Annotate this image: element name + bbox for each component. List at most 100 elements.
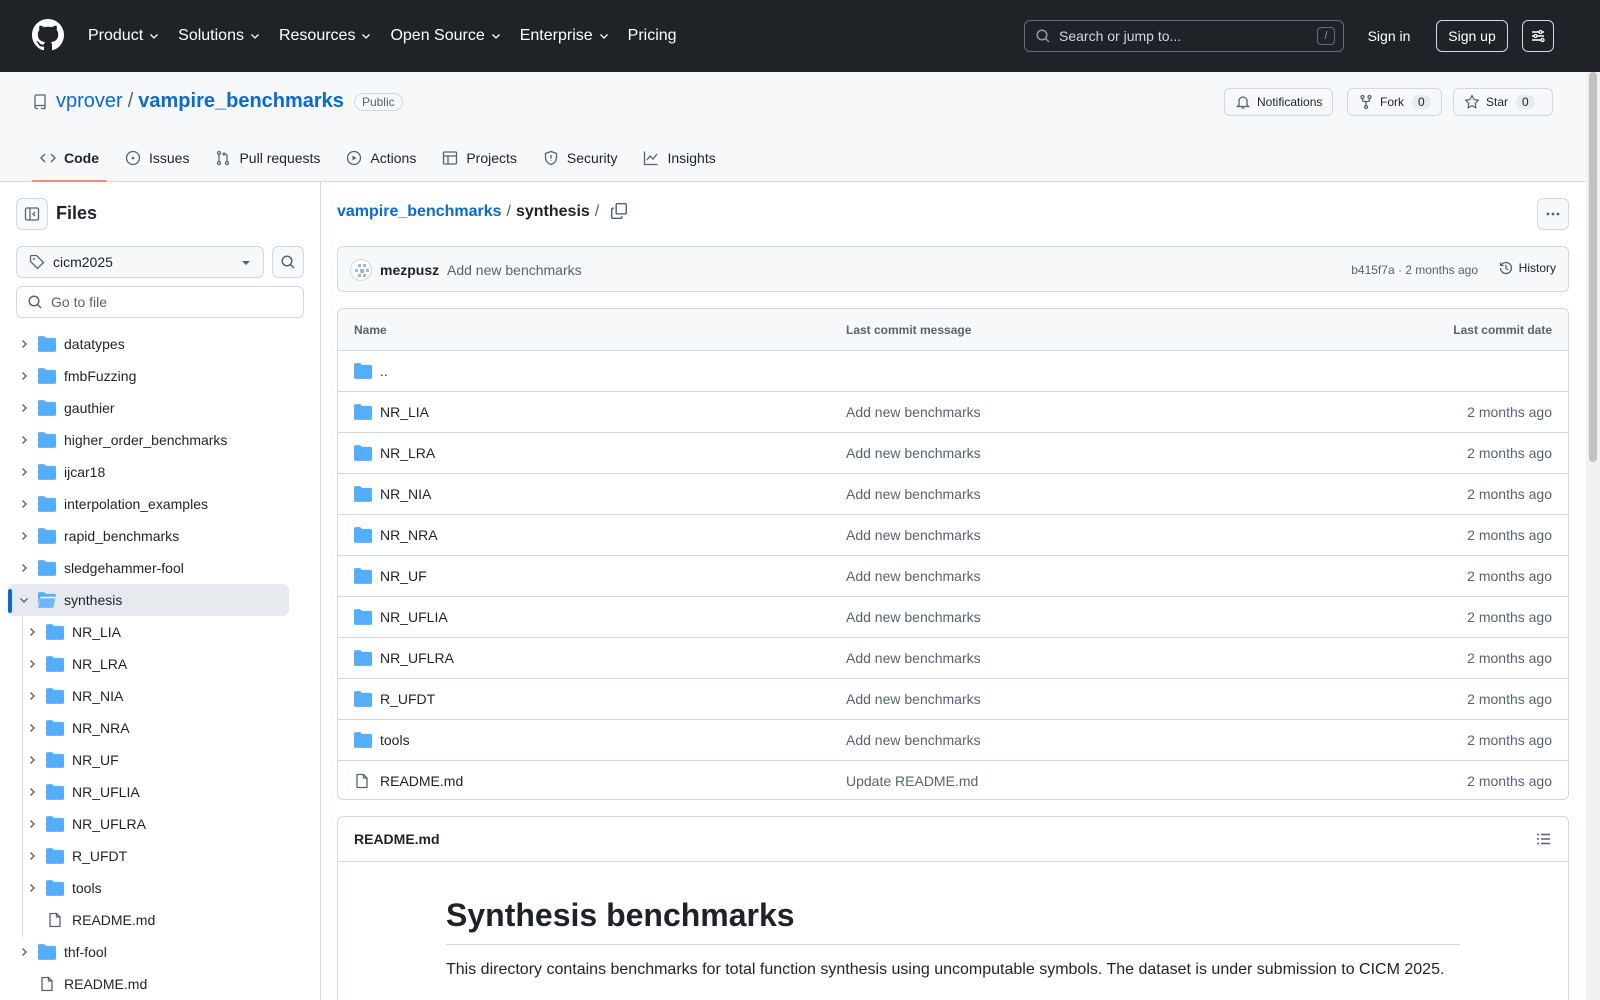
- search-input[interactable]: Search or jump to... /: [1024, 20, 1344, 52]
- file-commit-message-link[interactable]: Add new benchmarks: [846, 650, 981, 666]
- tab-issues[interactable]: Issues: [117, 134, 197, 182]
- scrollbar-thumb[interactable]: [1589, 72, 1597, 462]
- nav-product[interactable]: Product: [88, 27, 160, 45]
- table-row[interactable]: NR_LRA Add new benchmarks 2 months ago: [338, 433, 1568, 474]
- tab-projects[interactable]: Projects: [434, 134, 525, 182]
- list-unordered-icon[interactable]: [1536, 831, 1552, 847]
- file-name-link[interactable]: README.md: [380, 773, 463, 789]
- chevron-right-icon[interactable]: [26, 722, 38, 734]
- tree-folder-item[interactable]: R_UFDT: [0, 840, 321, 872]
- repo-name-link[interactable]: vampire_benchmarks: [138, 90, 344, 113]
- file-name-link[interactable]: ..: [380, 363, 388, 379]
- chevron-right-icon[interactable]: [26, 850, 38, 862]
- file-commit-message-link[interactable]: Add new benchmarks: [846, 568, 981, 584]
- tree-folder-item[interactable]: NR_LRA: [0, 648, 321, 680]
- tree-folder-item[interactable]: interpolation_examples: [0, 488, 321, 520]
- file-commit-message-link[interactable]: Add new benchmarks: [846, 404, 981, 420]
- file-name-link[interactable]: tools: [380, 732, 410, 748]
- file-name-link[interactable]: NR_NRA: [380, 527, 438, 543]
- chevron-right-icon[interactable]: [18, 562, 30, 574]
- file-name-link[interactable]: NR_UFLRA: [380, 650, 454, 666]
- table-row[interactable]: NR_UFLIA Add new benchmarks 2 months ago: [338, 597, 1568, 638]
- file-name-link[interactable]: NR_UF: [380, 568, 427, 584]
- tree-folder-item[interactable]: sledgehammer-fool: [0, 552, 321, 584]
- chevron-right-icon[interactable]: [26, 818, 38, 830]
- table-row[interactable]: tools Add new benchmarks 2 months ago: [338, 720, 1568, 761]
- nav-pricing[interactable]: Pricing: [628, 27, 677, 45]
- tab-code[interactable]: Code: [32, 134, 107, 182]
- tree-folder-item[interactable]: NR_NIA: [0, 680, 321, 712]
- file-commit-message-link[interactable]: Add new benchmarks: [846, 609, 981, 625]
- chevron-right-icon[interactable]: [18, 434, 30, 446]
- tree-file-item[interactable]: README.md: [0, 904, 321, 936]
- branch-selector[interactable]: cicm2025: [16, 246, 264, 278]
- tree-folder-item[interactable]: tools: [0, 872, 321, 904]
- tree-folder-item[interactable]: synthesis: [8, 584, 289, 616]
- tree-folder-item[interactable]: ijcar18: [0, 456, 321, 488]
- file-name-link[interactable]: NR_UFLIA: [380, 609, 448, 625]
- page-scrollbar[interactable]: [1586, 72, 1600, 1000]
- chevron-right-icon[interactable]: [26, 786, 38, 798]
- table-row[interactable]: NR_LIA Add new benchmarks 2 months ago: [338, 392, 1568, 433]
- tree-folder-item[interactable]: higher_order_benchmarks: [0, 424, 321, 456]
- file-name-link[interactable]: NR_LIA: [380, 404, 429, 420]
- repo-owner-link[interactable]: vprover: [56, 90, 123, 113]
- commit-hash-time[interactable]: b415f7a · 2 months ago: [1351, 263, 1478, 277]
- chevron-right-icon[interactable]: [18, 402, 30, 414]
- chevron-right-icon[interactable]: [26, 658, 38, 670]
- chevron-right-icon[interactable]: [18, 338, 30, 350]
- tree-folder-item[interactable]: NR_UFLRA: [0, 808, 321, 840]
- tree-folder-item[interactable]: thf-fool: [0, 936, 321, 968]
- table-row[interactable]: NR_UF Add new benchmarks 2 months ago: [338, 556, 1568, 597]
- github-logo-icon[interactable]: [32, 19, 64, 51]
- fork-button[interactable]: Fork 0: [1347, 88, 1442, 116]
- tree-folder-item[interactable]: gauthier: [0, 392, 321, 424]
- table-row[interactable]: README.md Update README.md 2 months ago: [338, 761, 1568, 799]
- file-name-link[interactable]: NR_LRA: [380, 445, 435, 461]
- file-commit-message-link[interactable]: Add new benchmarks: [846, 527, 981, 543]
- avatar[interactable]: [350, 259, 372, 281]
- chevron-down-icon[interactable]: [18, 594, 30, 606]
- table-row[interactable]: NR_UFLRA Add new benchmarks 2 months ago: [338, 638, 1568, 679]
- chevron-right-icon[interactable]: [26, 754, 38, 766]
- tree-folder-item[interactable]: NR_UF: [0, 744, 321, 776]
- tab-security[interactable]: Security: [535, 134, 626, 182]
- tree-folder-item[interactable]: NR_UFLIA: [0, 776, 321, 808]
- collapse-sidebar-button[interactable]: [16, 198, 48, 230]
- notifications-button[interactable]: Notifications: [1224, 88, 1334, 116]
- copy-path-button[interactable]: [610, 202, 628, 220]
- breadcrumb-root-link[interactable]: vampire_benchmarks: [337, 203, 502, 221]
- tree-folder-item[interactable]: fmbFuzzing: [0, 360, 321, 392]
- tree-folder-item[interactable]: NR_NRA: [0, 712, 321, 744]
- history-button[interactable]: History: [1498, 260, 1556, 276]
- commit-message-link[interactable]: Add new benchmarks: [447, 262, 582, 278]
- tab-insights[interactable]: Insights: [635, 134, 723, 182]
- more-options-button[interactable]: [1537, 198, 1569, 230]
- table-row[interactable]: NR_NRA Add new benchmarks 2 months ago: [338, 515, 1568, 556]
- commit-author-link[interactable]: mezpusz: [380, 262, 439, 278]
- nav-resources[interactable]: Resources: [279, 27, 372, 45]
- star-button[interactable]: Star 0: [1453, 88, 1553, 116]
- file-commit-message-link[interactable]: Update README.md: [846, 773, 978, 789]
- file-commit-message-link[interactable]: Add new benchmarks: [846, 445, 981, 461]
- file-search-button[interactable]: [272, 246, 304, 278]
- chevron-right-icon[interactable]: [18, 498, 30, 510]
- sign-in-link[interactable]: Sign in: [1344, 20, 1434, 52]
- nav-solutions[interactable]: Solutions: [178, 27, 261, 45]
- nav-enterprise[interactable]: Enterprise: [520, 27, 610, 45]
- tree-folder-item[interactable]: datatypes: [0, 328, 321, 360]
- tree-folder-item[interactable]: NR_LIA: [0, 616, 321, 648]
- table-row[interactable]: ..: [338, 351, 1568, 392]
- chevron-right-icon[interactable]: [18, 466, 30, 478]
- chevron-right-icon[interactable]: [18, 946, 30, 958]
- table-row[interactable]: NR_NIA Add new benchmarks 2 months ago: [338, 474, 1568, 515]
- file-commit-message-link[interactable]: Add new benchmarks: [846, 691, 981, 707]
- chevron-right-icon[interactable]: [26, 626, 38, 638]
- chevron-right-icon[interactable]: [18, 370, 30, 382]
- chevron-right-icon[interactable]: [26, 882, 38, 894]
- tree-folder-item[interactable]: rapid_benchmarks: [0, 520, 321, 552]
- tab-pull-requests[interactable]: Pull requests: [207, 134, 328, 182]
- readme-filename[interactable]: README.md: [354, 831, 440, 847]
- go-to-file-input[interactable]: Go to file: [16, 286, 304, 318]
- tab-actions[interactable]: Actions: [338, 134, 424, 182]
